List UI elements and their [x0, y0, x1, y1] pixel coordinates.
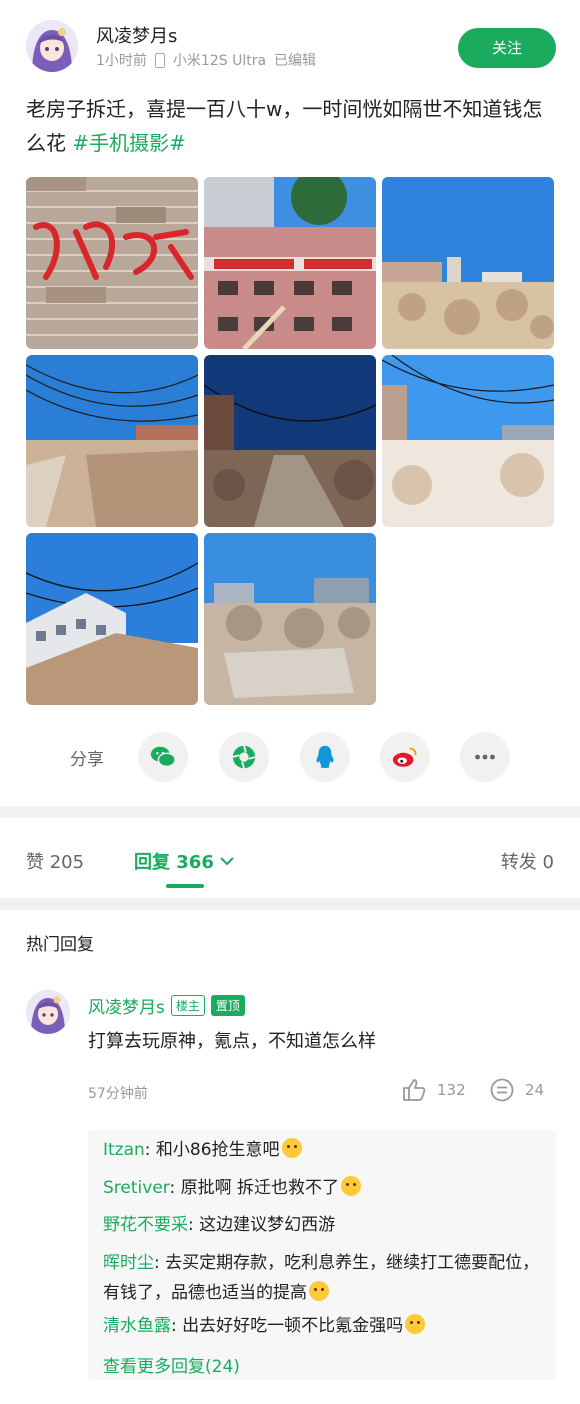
weibo-icon [392, 747, 417, 767]
author-name[interactable]: 风凌梦月s [96, 22, 177, 48]
grin-emoji-icon [281, 1138, 302, 1158]
comment-time: 57分钟前 [88, 1086, 148, 1102]
comment-author[interactable]: 风凌梦月s [88, 993, 165, 1018]
comment-like-count: 132 [437, 1081, 466, 1099]
sub-reply[interactable]: Itzan: 和小86抢生意吧 [103, 1135, 543, 1165]
photo-concrete-rubble[interactable] [204, 533, 376, 705]
owner-badge: 楼主 [170, 995, 205, 1016]
photo-dirt-road[interactable] [26, 355, 198, 527]
share-more-button[interactable] [460, 732, 510, 782]
photo-rubble-sky[interactable] [382, 177, 554, 349]
sub-replies: Itzan: 和小86抢生意吧 Sretiver: 原批啊 拆迁也救不了 野花不… [88, 1130, 556, 1380]
comment-bubble-icon [490, 1078, 514, 1102]
crying-emoji-icon [341, 1176, 362, 1196]
post-hashtag[interactable]: #手机摄影# [72, 131, 186, 155]
post-meta: 1小时前 小米12S Ultra 已编辑 [96, 50, 316, 70]
active-tab-indicator [166, 884, 204, 888]
comment-like-button[interactable]: 132 [401, 1077, 466, 1103]
sub-reply-author[interactable]: 野花不要采 [103, 1215, 188, 1235]
qq-icon [316, 745, 334, 768]
photo-bright-street[interactable] [382, 355, 554, 527]
share-qq-button[interactable] [300, 732, 350, 782]
moments-icon [232, 745, 256, 769]
more-replies-link[interactable]: 查看更多回复(24) [103, 1352, 240, 1377]
sub-reply-text: : 出去好好吃一顿不比氪金强吗 [171, 1316, 404, 1336]
comment-header: 风凌梦月s 楼主 置顶 [88, 993, 245, 1018]
section-divider [0, 806, 580, 818]
sub-reply[interactable]: Sretiver: 原批啊 拆迁也救不了 [103, 1173, 543, 1203]
sub-reply-author[interactable]: Sretiver [103, 1178, 169, 1198]
sub-reply-author[interactable]: Itzan [103, 1140, 145, 1160]
wechat-icon [150, 746, 176, 768]
tab-replies[interactable]: 回复 366 [134, 848, 234, 874]
comment-avatar[interactable] [26, 990, 70, 1034]
sub-reply-author[interactable]: 晖时尘 [103, 1253, 154, 1273]
pinned-badge: 置顶 [210, 995, 245, 1016]
tab-likes[interactable]: 赞 205 [26, 848, 84, 874]
hot-replies-title: 热门回复 [26, 935, 94, 955]
share-label: 分享 [70, 750, 104, 770]
sub-reply-text: : 原批啊 拆迁也救不了 [169, 1178, 340, 1198]
post-device: 小米12S Ultra [172, 53, 267, 69]
share-weibo-button[interactable] [380, 732, 430, 782]
follow-button[interactable]: 关注 [458, 28, 556, 68]
photo-brick-wall[interactable] [26, 177, 198, 349]
chevron-down-icon [220, 857, 234, 866]
share-row: 分享 [0, 732, 580, 784]
post-header: 风凌梦月s 1小时前 小米12S Ultra 已编辑 关注 [26, 20, 556, 80]
sub-reply[interactable]: 野花不要采: 这边建议梦幻西游 [103, 1210, 543, 1240]
photo-evening-road[interactable] [204, 355, 376, 527]
comment-reply-button[interactable]: 24 [489, 1077, 544, 1103]
more-icon [475, 754, 495, 760]
stats-bar: 赞 205 回复 366 转发 0 [0, 818, 580, 898]
section-divider [0, 898, 580, 910]
author-avatar[interactable] [26, 20, 78, 72]
sub-reply-text: : 和小86抢生意吧 [144, 1140, 280, 1160]
phone-icon [154, 52, 165, 68]
photo-pink-building[interactable] [204, 177, 376, 349]
share-wechat-button[interactable] [138, 732, 188, 782]
comment-text: 打算去玩原神，氪点，不知道怎么样 [88, 1031, 376, 1052]
share-moments-button[interactable] [219, 732, 269, 782]
sub-reply-text: : 这边建议梦幻西游 [188, 1215, 336, 1235]
tab-replies-label: 回复 366 [134, 852, 214, 873]
thumbs-up-icon [403, 1079, 426, 1101]
tab-reposts[interactable]: 转发 0 [501, 848, 554, 874]
photo-white-building[interactable] [26, 533, 198, 705]
sub-reply[interactable]: 清水鱼露: 出去好好吃一顿不比氪金强吗 [103, 1311, 543, 1341]
post-text: 老房子拆迁，喜提一百八十w，一时间恍如隔世不知道钱怎么花 #手机摄影# [26, 92, 556, 160]
thinking-emoji-icon [405, 1314, 426, 1334]
grin-emoji-icon [309, 1281, 329, 1301]
comment-reply-count: 24 [525, 1081, 545, 1099]
post-edited: 已编辑 [274, 53, 317, 69]
sub-reply-author[interactable]: 清水鱼露 [103, 1316, 171, 1336]
sub-reply[interactable]: 晖时尘: 去买定期存款，吃利息养生，继续打工德要配位，有钱了，品德也适当的提高 [103, 1248, 543, 1308]
post-time: 1小时前 [96, 53, 147, 69]
